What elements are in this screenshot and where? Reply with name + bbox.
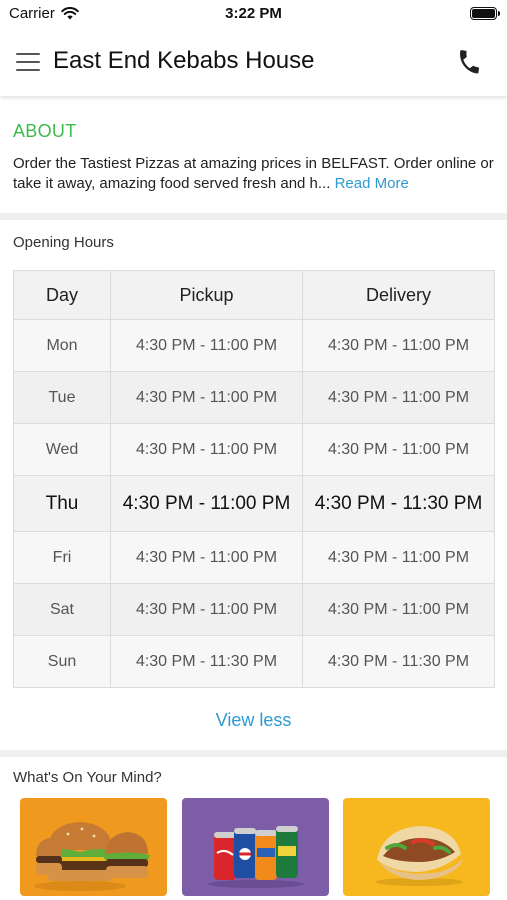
app-header: East End Kebabs House bbox=[0, 30, 507, 96]
section-divider bbox=[0, 213, 507, 220]
pickup-hours-cell: 4:30 PM - 11:00 PM bbox=[110, 371, 303, 424]
soft-drinks-icon bbox=[182, 798, 329, 896]
whats-on-your-mind-heading: What's On Your Mind? bbox=[13, 769, 162, 786]
delivery-hours-cell: 4:30 PM - 11:30 PM bbox=[302, 475, 495, 532]
table-row: Fri 4:30 PM - 11:00 PM 4:30 PM - 11:00 P… bbox=[13, 531, 495, 584]
pickup-hours-cell: 4:30 PM - 11:00 PM bbox=[110, 475, 303, 532]
day-cell: Mon bbox=[13, 319, 111, 372]
delivery-hours-cell: 4:30 PM - 11:00 PM bbox=[302, 423, 495, 476]
pickup-hours-cell: 4:30 PM - 11:00 PM bbox=[110, 319, 303, 372]
day-cell: Sat bbox=[13, 583, 111, 636]
about-text: Order the Tastiest Pizzas at amazing pri… bbox=[13, 155, 494, 192]
pickup-hours-cell: 4:30 PM - 11:00 PM bbox=[110, 423, 303, 476]
restaurant-title: East End Kebabs House bbox=[53, 47, 315, 74]
table-row: Mon 4:30 PM - 11:00 PM 4:30 PM - 11:00 P… bbox=[13, 319, 495, 372]
about-heading: ABOUT bbox=[13, 121, 77, 141]
read-more-link[interactable]: Read More bbox=[335, 175, 409, 192]
about-description: Order the Tastiest Pizzas at amazing pri… bbox=[13, 154, 497, 194]
delivery-hours-cell: 4:30 PM - 11:00 PM bbox=[302, 583, 495, 636]
column-header-delivery: Delivery bbox=[302, 270, 495, 320]
column-header-pickup: Pickup bbox=[110, 270, 303, 320]
kebab-wrap-icon bbox=[343, 798, 490, 896]
day-cell: Sun bbox=[13, 635, 111, 688]
status-bar: Carrier 3:22 PM bbox=[0, 0, 507, 30]
delivery-hours-cell: 4:30 PM - 11:00 PM bbox=[302, 319, 495, 372]
status-time: 3:22 PM bbox=[225, 5, 282, 22]
opening-hours-heading: Opening Hours bbox=[13, 234, 114, 251]
pickup-hours-cell: 4:30 PM - 11:00 PM bbox=[110, 531, 303, 584]
delivery-hours-cell: 4:30 PM - 11:00 PM bbox=[302, 371, 495, 424]
category-card-drinks[interactable] bbox=[182, 798, 329, 896]
section-divider bbox=[0, 750, 507, 757]
pickup-hours-cell: 4:30 PM - 11:30 PM bbox=[110, 635, 303, 688]
hamburger-menu-icon[interactable] bbox=[16, 52, 40, 72]
opening-hours-table: Day Pickup Delivery Mon 4:30 PM - 11:00 … bbox=[13, 270, 495, 688]
view-less-link[interactable]: View less bbox=[0, 710, 507, 731]
table-row: Sun 4:30 PM - 11:30 PM 4:30 PM - 11:30 P… bbox=[13, 635, 495, 688]
table-row: Sat 4:30 PM - 11:00 PM 4:30 PM - 11:00 P… bbox=[13, 583, 495, 636]
day-cell: Thu bbox=[13, 475, 111, 532]
pickup-hours-cell: 4:30 PM - 11:00 PM bbox=[110, 583, 303, 636]
table-row-today: Thu 4:30 PM - 11:00 PM 4:30 PM - 11:30 P… bbox=[13, 475, 495, 532]
table-header-row: Day Pickup Delivery bbox=[13, 270, 495, 320]
table-row: Tue 4:30 PM - 11:00 PM 4:30 PM - 11:00 P… bbox=[13, 371, 495, 424]
table-row: Wed 4:30 PM - 11:00 PM 4:30 PM - 11:00 P… bbox=[13, 423, 495, 476]
day-cell: Fri bbox=[13, 531, 111, 584]
day-cell: Tue bbox=[13, 371, 111, 424]
phone-icon[interactable] bbox=[453, 49, 481, 77]
column-header-day: Day bbox=[13, 270, 111, 320]
battery-icon bbox=[470, 7, 500, 20]
category-card-kebabs[interactable] bbox=[343, 798, 490, 896]
category-card-burgers[interactable] bbox=[20, 798, 167, 896]
day-cell: Wed bbox=[13, 423, 111, 476]
delivery-hours-cell: 4:30 PM - 11:00 PM bbox=[302, 531, 495, 584]
about-section: ABOUT Order the Tastiest Pizzas at amazi… bbox=[0, 100, 507, 214]
delivery-hours-cell: 4:30 PM - 11:30 PM bbox=[302, 635, 495, 688]
burger-icon bbox=[20, 798, 167, 896]
